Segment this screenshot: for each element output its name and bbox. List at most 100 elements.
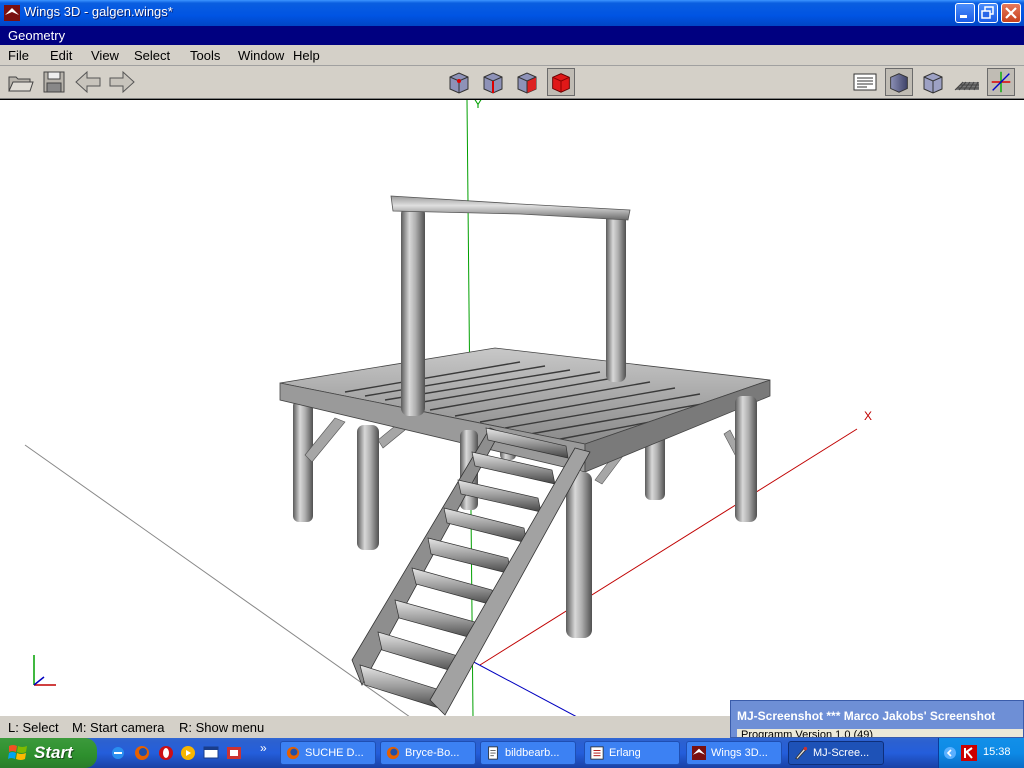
- windows-logo-icon: [8, 745, 27, 760]
- menu-window[interactable]: Window: [238, 48, 284, 63]
- menu-file[interactable]: File: [8, 48, 29, 63]
- open-folder-icon: [8, 76, 34, 92]
- task-label: SUCHE D...: [305, 747, 364, 759]
- info-panel-button[interactable]: [851, 68, 879, 96]
- start-button[interactable]: Start: [0, 738, 97, 768]
- face-mode-button[interactable]: [513, 68, 541, 96]
- media-player-icon[interactable]: [180, 745, 196, 761]
- smooth-shade-button[interactable]: [885, 68, 913, 96]
- screenshot-icon[interactable]: [226, 745, 242, 761]
- save-icon: [43, 71, 65, 93]
- close-icon: [1005, 7, 1017, 19]
- ground-plane-icon: [954, 81, 979, 91]
- mj-screenshot-popup[interactable]: MJ-Screenshot *** Marco Jakobs' Screensh…: [730, 700, 1024, 738]
- task-wings3d[interactable]: Wings 3D...: [686, 741, 782, 765]
- redo-arrow-icon: [109, 70, 135, 94]
- task-bildbearb[interactable]: bildbearb...: [480, 741, 576, 765]
- system-tray: 15:38: [938, 738, 1024, 768]
- undo-arrow-icon: [75, 70, 101, 94]
- wireframe-shade-button[interactable]: [919, 68, 947, 96]
- task-mj-screenshot[interactable]: MJ-Scree...: [788, 741, 884, 765]
- toolbar: [0, 66, 1024, 99]
- task-label: Wings 3D...: [711, 747, 768, 759]
- firefox-icon: [386, 746, 400, 760]
- gallows-post-left: [401, 206, 425, 416]
- tray-expand-icon[interactable]: [943, 746, 957, 760]
- body-mode-icon: [552, 73, 570, 93]
- menu-view[interactable]: View: [91, 48, 119, 63]
- axes-button[interactable]: [987, 68, 1015, 96]
- task-bryce[interactable]: Bryce-Bo...: [380, 741, 476, 765]
- close-button[interactable]: [1001, 3, 1021, 23]
- menu-edit[interactable]: Edit: [50, 48, 72, 63]
- task-suche[interactable]: SUCHE D...: [280, 741, 376, 765]
- ground-plane-button[interactable]: [953, 68, 981, 96]
- show-desktop-icon[interactable]: [203, 745, 219, 761]
- task-label: Bryce-Bo...: [405, 747, 460, 759]
- restore-button[interactable]: [978, 3, 998, 23]
- leg: [293, 400, 313, 522]
- start-label: Start: [34, 743, 73, 762]
- leg: [566, 472, 592, 638]
- gallows-post-right: [606, 212, 626, 382]
- status-middle-hint: M: Start camera: [72, 720, 165, 735]
- z-axis-line: [469, 659, 578, 717]
- axis-gizmo: [33, 655, 56, 686]
- minimize-icon: [960, 15, 967, 18]
- wings-icon: [4, 5, 20, 21]
- body-mode-button[interactable]: [547, 68, 575, 96]
- geometry-window-bar: Geometry: [0, 26, 1024, 45]
- vertex-mode-button[interactable]: [445, 68, 473, 96]
- title-bar: Wings 3D - galgen.wings*: [0, 0, 1024, 26]
- ie-icon[interactable]: [110, 745, 126, 761]
- status-right-hint: R: Show menu: [179, 720, 265, 735]
- restore-icon: [981, 6, 994, 19]
- save-button[interactable]: [40, 68, 68, 96]
- task-label: bildbearb...: [505, 747, 560, 759]
- taskbar: Start » SUCHE D... Bryce-Bo... bildbearb…: [0, 738, 1024, 768]
- menu-tools[interactable]: Tools: [190, 48, 220, 63]
- undo-button[interactable]: [74, 68, 102, 96]
- firefox-icon[interactable]: [134, 745, 150, 761]
- wireframe-shade-icon: [923, 72, 943, 94]
- x-axis-label: X: [864, 409, 872, 423]
- geometry-label: Geometry: [8, 28, 66, 43]
- task-label: Erlang: [609, 747, 641, 759]
- menu-help[interactable]: Help: [293, 48, 320, 63]
- minimize-button[interactable]: [955, 3, 975, 23]
- popup-body: Programm Version 1.0 (49): [737, 729, 1023, 737]
- scene-canvas[interactable]: Y X: [0, 100, 1024, 717]
- y-axis-label: Y: [474, 100, 482, 111]
- redo-button[interactable]: [108, 68, 136, 96]
- window-title: Wings 3D - galgen.wings*: [24, 4, 173, 19]
- open-button[interactable]: [6, 68, 34, 96]
- vertex-mode-icon: [449, 72, 469, 94]
- deck-top: [279, 347, 771, 445]
- opera-icon[interactable]: [158, 745, 174, 761]
- document-icon: [488, 746, 498, 760]
- geometry-viewport[interactable]: Y X: [0, 99, 1024, 717]
- task-erlang[interactable]: Erlang: [584, 741, 680, 765]
- firefox-icon: [286, 746, 300, 760]
- info-panel-icon: [853, 73, 877, 91]
- task-label: MJ-Scree...: [813, 747, 870, 759]
- axes-icon: [991, 71, 1011, 93]
- smooth-shade-icon: [890, 73, 908, 93]
- quick-launch-overflow[interactable]: »: [260, 741, 267, 755]
- leg: [357, 425, 379, 550]
- menu-select[interactable]: Select: [134, 48, 170, 63]
- leg: [735, 396, 757, 522]
- face-mode-icon: [517, 72, 537, 94]
- menu-bar: File Edit View Select Tools Window Help: [0, 45, 1024, 66]
- ground-line: [24, 444, 411, 717]
- edge-mode-button[interactable]: [479, 68, 507, 96]
- clock: 15:38: [983, 746, 1011, 758]
- gallows-crossbeam: [390, 195, 631, 221]
- popup-title: MJ-Screenshot *** Marco Jakobs' Screensh…: [737, 709, 996, 723]
- wings-icon: [692, 746, 706, 760]
- edge-mode-icon: [483, 72, 503, 94]
- screenshot-icon: [795, 746, 808, 760]
- status-left-hint: L: Select: [8, 720, 59, 735]
- erlang-icon: [590, 746, 604, 760]
- antivirus-icon[interactable]: [961, 745, 977, 761]
